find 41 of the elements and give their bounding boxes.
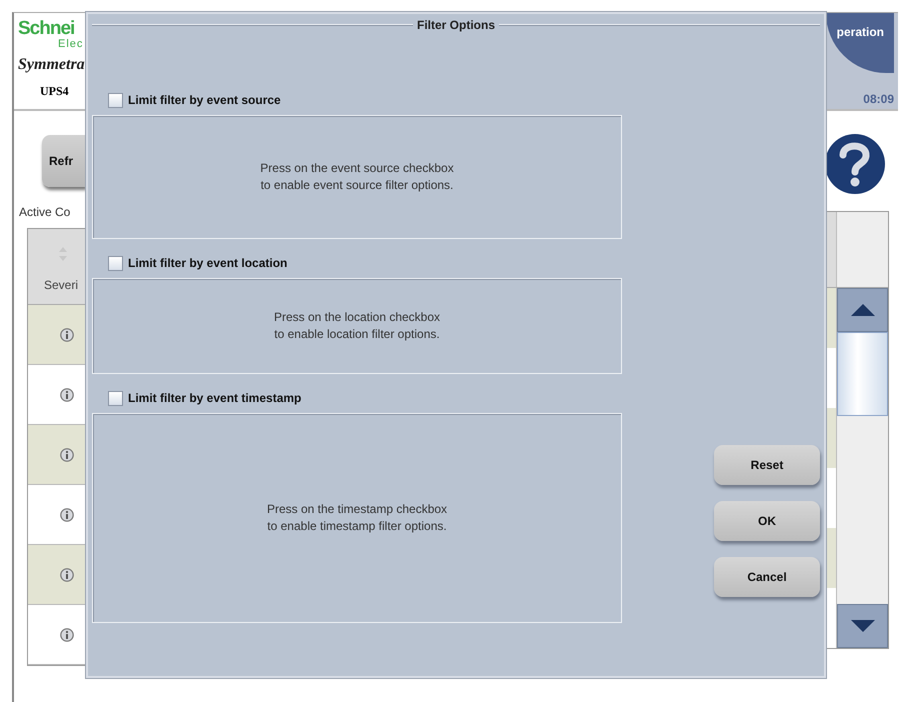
dialog-button[interactable]: OK	[714, 501, 820, 541]
checkbox-label[interactable]: Limit filter by event timestamp	[128, 391, 302, 405]
checkbox[interactable]	[108, 92, 123, 108]
refresh-button[interactable]: Refr	[42, 135, 86, 187]
table-row[interactable]	[28, 545, 86, 605]
help-icon[interactable]	[824, 133, 886, 195]
product-name: Symmetra	[18, 56, 86, 74]
dialog-title: Filter Options	[417, 18, 495, 32]
table-row[interactable]	[28, 605, 86, 665]
panel-hint: Press on the event source checkbox to enable event source filter options.	[260, 160, 454, 194]
info-icon	[60, 448, 74, 462]
checkbox-label[interactable]: Limit filter by event location	[128, 256, 288, 270]
dialog-button[interactable]: Cancel	[714, 557, 820, 597]
table-row[interactable]	[28, 485, 86, 545]
scroll-up-button[interactable]	[837, 288, 888, 332]
mode-banner: peration	[826, 13, 894, 73]
info-icon	[60, 508, 74, 522]
info-icon	[60, 628, 74, 642]
brand-logo-text: Schnei	[18, 19, 76, 39]
active-label: Active Co	[19, 205, 72, 219]
device-name: UPS4	[39, 84, 70, 99]
info-icon	[60, 388, 74, 402]
panel-hint: Press on the location checkbox to enable location filter options.	[274, 309, 440, 343]
checkbox[interactable]	[108, 390, 123, 406]
scroll-thumb[interactable]	[837, 332, 888, 416]
up-arrow-icon	[850, 304, 874, 316]
checkbox-label[interactable]: Limit filter by event source	[128, 93, 281, 107]
table-row[interactable]	[28, 365, 86, 425]
info-icon	[60, 568, 74, 582]
clock-time: 08:09	[863, 92, 894, 106]
down-arrow-icon	[850, 620, 874, 632]
column-header[interactable]: Severi	[44, 278, 78, 292]
checkbox[interactable]	[108, 256, 123, 270]
scroll-down-button[interactable]	[837, 604, 888, 648]
brand-subtitle: Elec	[57, 39, 84, 50]
table-row[interactable]	[28, 305, 86, 365]
dialog-button[interactable]: Reset	[714, 445, 820, 485]
info-icon	[60, 328, 74, 342]
table-row[interactable]	[28, 425, 86, 485]
scrollbar[interactable]	[837, 288, 888, 648]
panel-hint: Press on the timestamp checkbox to enable timestamp filter options.	[266, 501, 448, 535]
